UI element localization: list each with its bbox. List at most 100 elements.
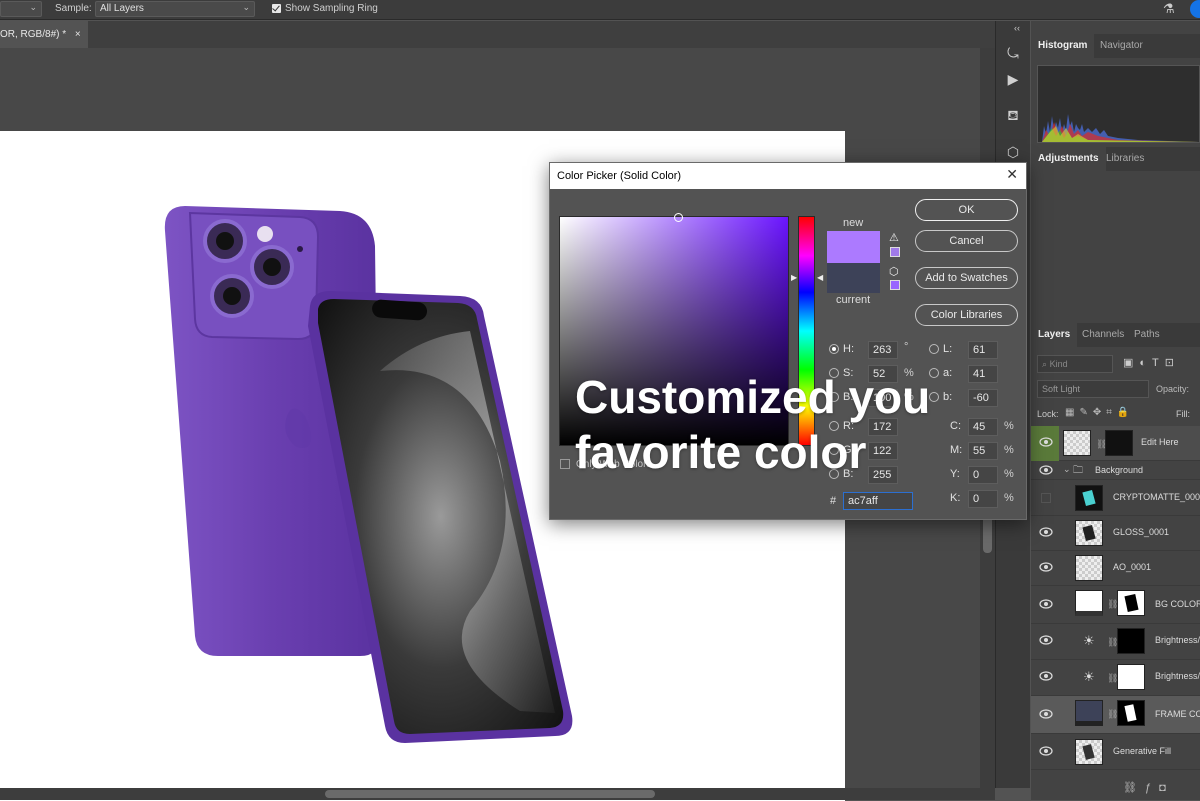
hue-slider-right-arrow[interactable]: ◀ xyxy=(817,273,823,282)
eye-icon[interactable] xyxy=(1039,465,1053,475)
layer-row[interactable]: GLOSS_0001 xyxy=(1031,516,1200,551)
sample-size-select[interactable]: ⌄ xyxy=(0,1,42,17)
layer-kind-filter[interactable]: ⌕ Kind xyxy=(1037,355,1113,373)
document-tab[interactable]: OR, RGB/8#) * × xyxy=(0,21,88,48)
cancel-button[interactable]: Cancel xyxy=(915,230,1018,252)
eye-icon[interactable] xyxy=(1039,671,1053,681)
h-unit: ° xyxy=(904,341,909,353)
k-unit: % xyxy=(1004,492,1014,504)
sample-select[interactable]: All Layers ⌄ xyxy=(95,1,255,17)
tab-histogram[interactable]: Histogram xyxy=(1031,34,1095,58)
share-button[interactable] xyxy=(1190,0,1200,18)
eye-icon[interactable] xyxy=(1039,562,1053,572)
layer-row[interactable]: CRYPTOMATTE_0001 xyxy=(1031,481,1200,516)
layer-mask-thumbnail xyxy=(1117,628,1145,654)
chevron-down-icon[interactable]: ⌄ xyxy=(1063,464,1071,475)
3d-cube-icon[interactable]: ⬡ xyxy=(1004,143,1022,161)
l-radio[interactable] xyxy=(929,344,939,354)
brightness-icon: ☀ xyxy=(1083,633,1095,648)
document-tab-title: OR, RGB/8#) * xyxy=(0,29,67,40)
layer-group-name: Background xyxy=(1095,465,1144,475)
layer-row[interactable]: ⛓ Edit Here xyxy=(1031,426,1200,461)
layer-filter-icons[interactable]: ▣◐T⊡ xyxy=(1123,356,1180,369)
ok-button[interactable]: OK xyxy=(915,199,1018,221)
sample-label: Sample: xyxy=(55,3,92,14)
tab-navigator[interactable]: Navigator xyxy=(1093,34,1150,58)
promo-line-2: favorite color xyxy=(575,426,867,478)
lock-icons[interactable]: ▦✎✥⌗🔒 xyxy=(1065,407,1134,418)
layer-thumbnail xyxy=(1075,700,1103,726)
eye-icon[interactable] xyxy=(1039,709,1053,719)
layers-tab-row: Layers Channels Paths xyxy=(1031,323,1200,347)
sampling-ring-label: Show Sampling Ring xyxy=(285,3,378,14)
horizontal-scrollbar[interactable] xyxy=(0,788,995,800)
color-picker-ring[interactable] xyxy=(674,213,683,222)
c-unit: % xyxy=(1004,420,1014,432)
gamut-color-swatch[interactable] xyxy=(890,247,900,257)
layer-row[interactable]: ☀ ⛓ Brightness/ xyxy=(1031,660,1200,696)
eye-icon[interactable] xyxy=(1039,599,1053,609)
layer-row[interactable]: ☀ ⛓ Brightness/ xyxy=(1031,624,1200,660)
hue-slider-left-arrow[interactable]: ▶ xyxy=(791,273,797,282)
options-bar: ⌄ Sample: All Layers ⌄ Show Sampling Rin… xyxy=(0,0,1200,20)
h-radio[interactable] xyxy=(829,344,839,354)
dialog-title-bar: Color Picker (Solid Color) ✕ xyxy=(550,163,1026,189)
opacity-label: Opacity: xyxy=(1156,384,1190,394)
horizontal-scroll-thumb[interactable] xyxy=(325,790,655,798)
layer-thumbnail xyxy=(1075,739,1103,765)
sampling-ring-checkbox[interactable] xyxy=(272,4,281,13)
only-web-colors-checkbox[interactable] xyxy=(560,459,570,469)
layer-row[interactable]: AO_0001 xyxy=(1031,551,1200,586)
flash-icon xyxy=(257,226,273,242)
layer-row[interactable]: Generative Fill xyxy=(1031,735,1200,770)
tab-libraries[interactable]: Libraries xyxy=(1099,147,1151,171)
histogram-graph xyxy=(1042,114,1199,142)
eye-icon[interactable] xyxy=(1039,635,1053,645)
visibility-off-box[interactable] xyxy=(1041,493,1051,503)
layer-row-selected[interactable]: ⛓ FRAME COL xyxy=(1031,696,1200,734)
layer-name: Generative Fill xyxy=(1113,746,1172,756)
eye-icon[interactable] xyxy=(1039,746,1053,756)
layer-group-row[interactable]: ⌄ 🗀 Background xyxy=(1031,461,1200,480)
blend-mode-value: Soft Light xyxy=(1042,384,1081,394)
k-label: K: xyxy=(950,492,961,504)
eye-icon[interactable] xyxy=(1039,527,1053,537)
hex-label: # xyxy=(830,495,837,507)
color-libraries-button[interactable]: Color Libraries xyxy=(915,304,1018,326)
k-input[interactable]: 0 xyxy=(968,490,998,508)
y-unit: % xyxy=(1004,468,1014,480)
layer-footer-icons[interactable]: ⛓ƒ◘ xyxy=(1123,781,1174,794)
web-safe-color-swatch[interactable] xyxy=(890,280,900,290)
layer-name: GLOSS_0001 xyxy=(1113,527,1170,537)
close-icon[interactable]: ✕ xyxy=(1006,166,1018,183)
collapse-panels-icon[interactable]: ‹‹ xyxy=(1014,23,1020,33)
tab-paths[interactable]: Paths xyxy=(1127,323,1167,347)
clone-source-icon[interactable]: ⛾ xyxy=(1004,106,1022,124)
layer-row[interactable]: ⛓ BG COLOR xyxy=(1031,586,1200,624)
tab-adjustments[interactable]: Adjustments xyxy=(1031,147,1106,171)
sample-select-value: All Layers xyxy=(100,3,144,14)
l-input[interactable]: 61 xyxy=(968,341,998,359)
history-icon[interactable]: ⤿ xyxy=(1004,44,1022,62)
play-action-icon[interactable]: ▶ xyxy=(1004,70,1022,88)
web-safe-cube-icon[interactable]: ⬡ xyxy=(889,265,899,278)
layer-name: Brightness/ xyxy=(1155,635,1200,645)
search-icon: ⌕ xyxy=(1042,359,1048,369)
blend-mode-select[interactable]: Soft Light xyxy=(1037,380,1149,398)
hex-input[interactable]: ac7aff xyxy=(843,492,913,510)
current-color-label: current xyxy=(836,294,871,306)
close-tab-icon[interactable]: × xyxy=(75,29,81,40)
current-color-swatch[interactable] xyxy=(827,263,880,293)
histogram-tab-row: Histogram Navigator xyxy=(1031,34,1200,58)
layer-name: Brightness/ xyxy=(1155,671,1200,681)
promo-line-1: Customized you xyxy=(575,371,931,423)
add-to-swatches-button[interactable]: Add to Swatches xyxy=(915,267,1018,289)
flask-icon[interactable]: ⚗ xyxy=(1163,1,1177,17)
h-label: H: xyxy=(843,343,854,355)
h-input[interactable]: 263 xyxy=(868,341,898,359)
eye-icon[interactable] xyxy=(1039,437,1053,447)
layer-mask-thumbnail xyxy=(1117,664,1145,690)
tab-layers[interactable]: Layers xyxy=(1031,323,1078,347)
tab-channels[interactable]: Channels xyxy=(1075,323,1131,347)
out-of-gamut-warning-icon[interactable]: ⚠ xyxy=(889,231,899,244)
